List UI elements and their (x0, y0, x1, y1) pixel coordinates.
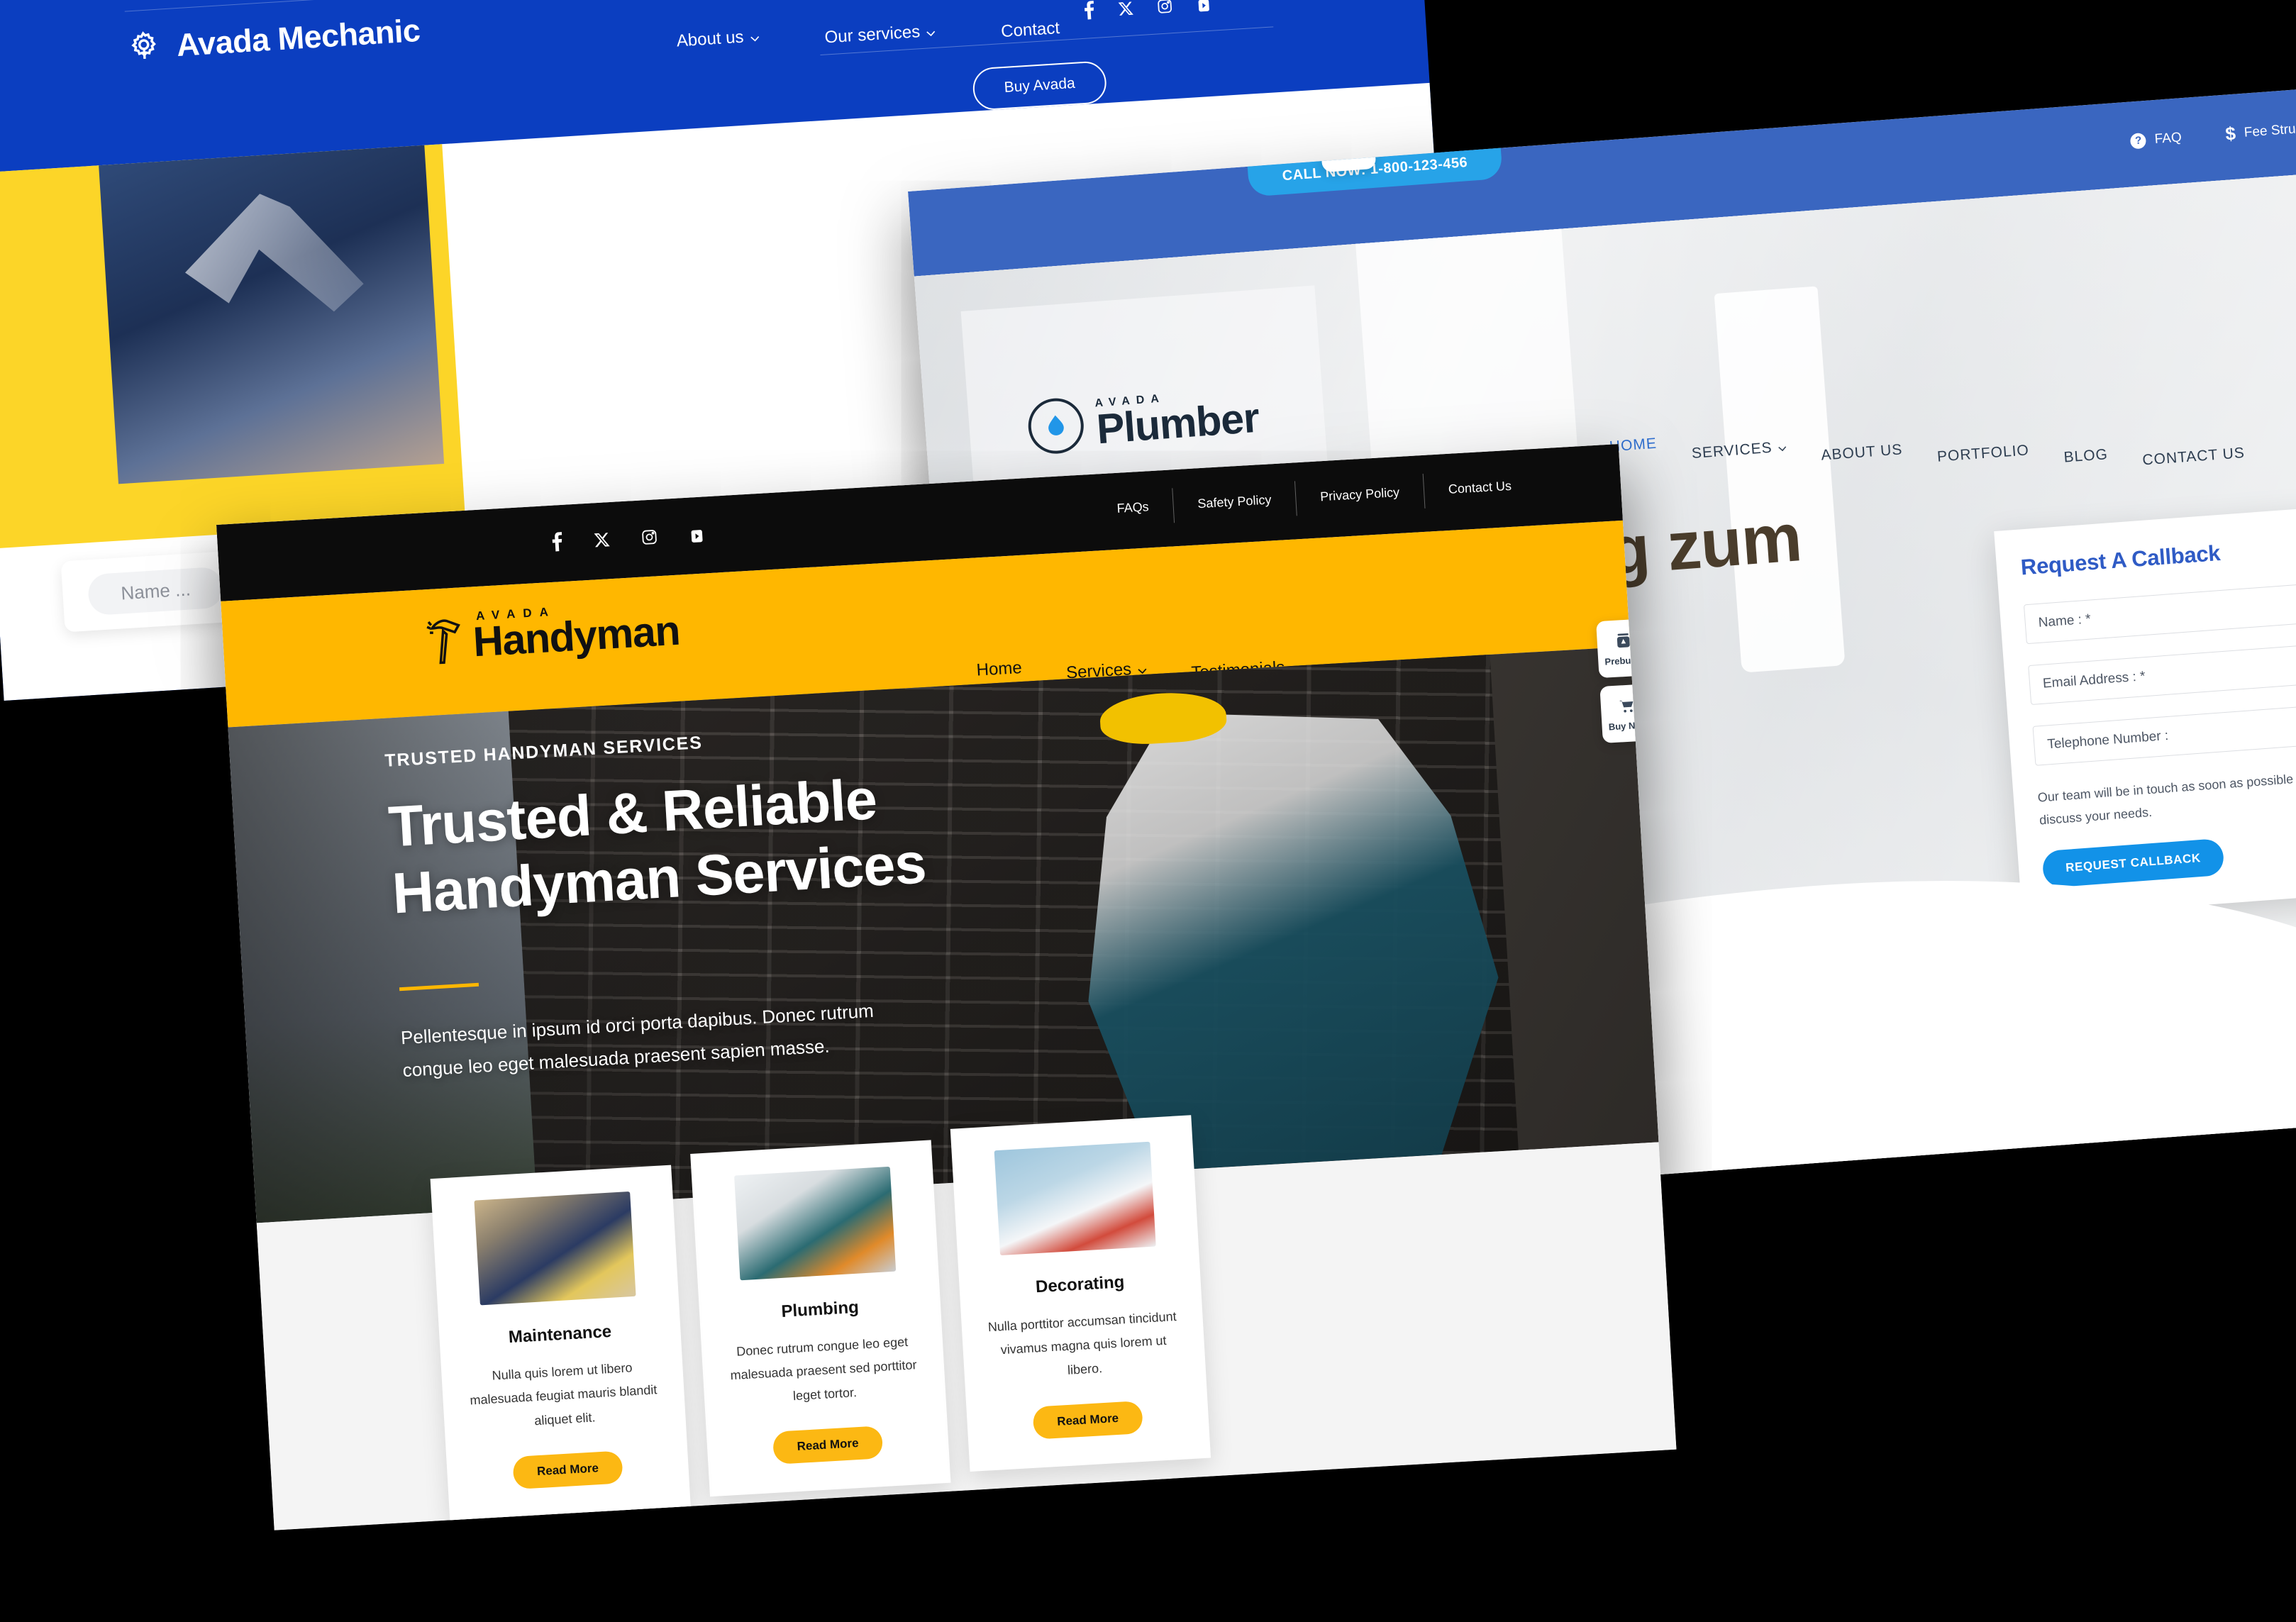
handyman-logo-large: Handyman (472, 606, 681, 666)
handyman-services-section: Maintenance Nulla quis lorem ut libero m… (256, 1115, 1677, 1531)
x-icon[interactable] (1117, 0, 1134, 22)
mechanic-menu-label: About us (675, 27, 745, 50)
plumber-menu-label: SERVICES (1691, 439, 1773, 462)
handyman-services-row: Maintenance Nulla quis lorem ut libero m… (430, 1115, 1211, 1522)
callback-email-field[interactable]: Email Address : * (2028, 645, 2296, 705)
plumber-fee-label: Fee Structure (2244, 118, 2296, 140)
read-more-button[interactable]: Read More (772, 1425, 884, 1465)
mechanic-menu-item-services[interactable]: Our services (823, 16, 936, 53)
callback-phone-field[interactable]: Telephone Number : (2032, 706, 2296, 766)
youtube-icon[interactable] (688, 525, 706, 548)
plumber-menu-item-blog[interactable]: BLOG (2063, 446, 2109, 467)
handyman-logo[interactable]: AVADA Handyman (425, 598, 681, 665)
service-card-title: Plumbing (780, 1297, 860, 1321)
request-callback-card: Request A Callback Name : * Email Addres… (1994, 507, 2296, 918)
gear-wrench-icon (126, 30, 162, 66)
plumber-menu-item-portfolio[interactable]: PORTFOLIO (1936, 442, 2029, 465)
service-card-text: Donec rutrum congue leo eget malesuada p… (730, 1334, 917, 1403)
question-icon: ? (2130, 132, 2147, 150)
callback-note: Our team will be in touch as soon as pos… (2037, 770, 2296, 828)
request-callback-button[interactable]: REQUEST CALLBACK (2041, 838, 2225, 889)
hammer-icon (425, 614, 467, 667)
service-card-title: Maintenance (508, 1321, 612, 1348)
chevron-down-icon (1778, 438, 1787, 456)
service-card-image (994, 1141, 1156, 1256)
read-more-button[interactable]: Read More (1032, 1400, 1144, 1440)
chevron-down-icon (750, 26, 760, 47)
youtube-icon[interactable] (1195, 0, 1212, 17)
mechanic-menu: About us Our services Contact (675, 0, 1060, 62)
service-card[interactable]: Decorating Nulla porttitor accumsan tinc… (950, 1115, 1211, 1472)
plumber-menu-item-services[interactable]: SERVICES (1691, 438, 1787, 462)
instagram-icon[interactable] (640, 528, 658, 550)
service-card-title: Decorating (1035, 1272, 1126, 1297)
mechanic-hero-photo (99, 145, 445, 484)
plumber-faq-label: FAQ (2153, 129, 2183, 147)
handyman-top-link-faqs[interactable]: FAQs (1092, 488, 1174, 527)
handyman-top-link-contact[interactable]: Contact Us (1422, 467, 1537, 509)
mechanic-menu-item-about[interactable]: About us (675, 15, 760, 62)
mechanic-logo[interactable]: Avada Mechanic (126, 12, 421, 67)
handyman-hero: TRUSTED HANDYMAN SERVICES Trusted & Reli… (228, 646, 1659, 1223)
x-icon[interactable] (593, 531, 611, 553)
chevron-down-icon (926, 21, 936, 41)
handyman-top-link-safety[interactable]: Safety Policy (1172, 481, 1297, 523)
service-card[interactable]: Plumbing Donec rutrum congue leo eget ma… (690, 1140, 951, 1497)
plumber-menu-item-about[interactable]: ABOUT US (1821, 441, 1903, 464)
name-input[interactable]: Name ... (87, 566, 225, 616)
mechanic-menu-label: Our services (823, 21, 921, 48)
hero-dark-overlay (228, 699, 733, 1223)
instagram-icon[interactable] (1156, 0, 1173, 19)
mechanic-menu-item-contact[interactable]: Contact (1001, 18, 1060, 42)
water-drop-icon (1026, 396, 1086, 456)
handyman-menu-item-home[interactable]: Home (976, 658, 1023, 681)
mechanic-logo-text: Avada Mechanic (175, 11, 421, 64)
plumber-faq-link[interactable]: ? FAQ (2130, 129, 2183, 150)
dollar-icon: $ (2224, 122, 2236, 145)
facebook-icon[interactable] (1082, 0, 1095, 25)
service-card-image (734, 1166, 897, 1281)
service-card-text: Nulla quis lorem ut libero malesuada feu… (470, 1360, 658, 1428)
handyman-top-link-privacy[interactable]: Privacy Policy (1294, 473, 1425, 516)
service-card-text: Nulla porttitor accumsan tincidunt vivam… (987, 1309, 1177, 1377)
service-card[interactable]: Maintenance Nulla quis lorem ut libero m… (430, 1165, 691, 1522)
read-more-button[interactable]: Read More (511, 1450, 624, 1489)
callback-title: Request A Callback (2019, 540, 2222, 580)
service-card-image (474, 1191, 636, 1306)
facebook-icon[interactable] (550, 531, 563, 557)
callback-name-field[interactable]: Name : * (2023, 584, 2296, 645)
avada-handyman-site-mockup: FAQs Safety Policy Privacy Policy Contac… (216, 444, 1677, 1531)
screenshot-stage: Call us : 1.800.123.4567 Opening hours :… (0, 0, 2296, 1622)
mechanic-menu-label: Contact (1000, 18, 1060, 42)
